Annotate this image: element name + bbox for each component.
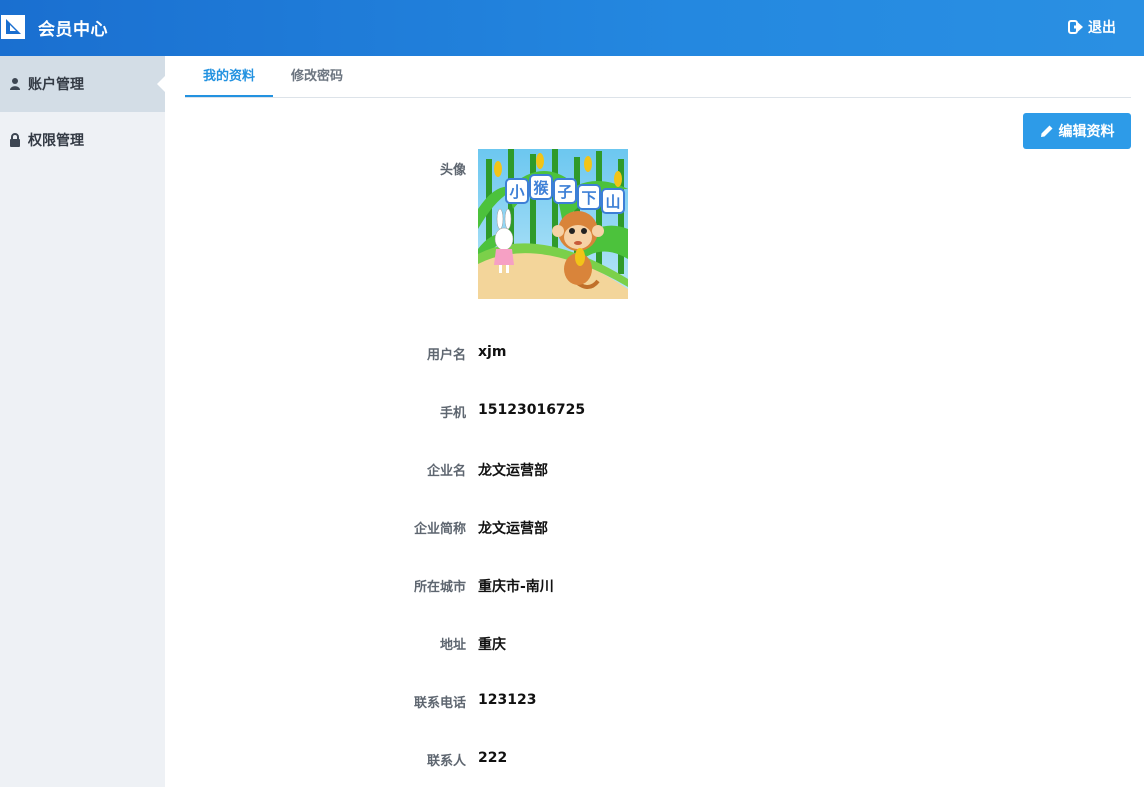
app-logo-icon: [1, 15, 25, 39]
lock-icon: [0, 133, 28, 147]
avatar: 小猴子下山: [478, 149, 628, 299]
profile-row-contact-person: 联系人 222: [300, 750, 1000, 770]
sign-out-icon: [1068, 20, 1083, 34]
field-label: 地址: [439, 638, 466, 653]
edit-profile-button[interactable]: 编辑资料: [1023, 113, 1131, 149]
logout-button[interactable]: 退出: [1068, 17, 1116, 37]
profile-row-username: 用户名 xjm: [300, 344, 1000, 364]
edit-profile-label: 编辑资料: [1058, 124, 1115, 140]
field-label: 用户名: [426, 348, 466, 363]
field-value: 重庆市-南川: [478, 579, 554, 595]
profile-row-contact-phone: 联系电话 123123: [300, 692, 1000, 712]
tab-change-password[interactable]: 修改密码: [277, 56, 357, 97]
profile-row-company-short: 企业简称 龙文运营部: [300, 518, 1000, 538]
field-label: 企业简称: [413, 522, 466, 537]
field-value: 龙文运营部: [478, 463, 548, 479]
svg-text:子: 子: [557, 183, 572, 201]
field-value: 15123016725: [478, 402, 586, 418]
sidebar-item-label: 账户管理: [28, 77, 84, 93]
profile-row-city: 所在城市 重庆市-南川: [300, 576, 1000, 596]
svg-text:小: 小: [509, 183, 524, 201]
field-value: 重庆: [478, 637, 506, 653]
logout-label: 退出: [1088, 20, 1116, 36]
profile-row-phone: 手机 15123016725: [300, 402, 1000, 422]
sidebar-item-label: 权限管理: [28, 133, 84, 149]
field-label: 头像: [439, 163, 466, 178]
field-label: 联系电话: [413, 696, 466, 711]
profile-row-company: 企业名 龙文运营部: [300, 460, 1000, 480]
svg-text:猴: 猴: [533, 179, 549, 197]
tab-bar: 我的资料 修改密码: [185, 56, 1131, 98]
pencil-icon: [1040, 125, 1052, 137]
field-value: 123123: [478, 692, 537, 708]
svg-text:山: 山: [605, 193, 620, 211]
profile-row-avatar: 头像: [300, 159, 1000, 179]
sidebar-item-permissions[interactable]: 权限管理: [0, 112, 165, 168]
profile-row-address: 地址 重庆: [300, 634, 1000, 654]
field-label: 手机: [439, 406, 466, 421]
user-icon: [0, 78, 28, 90]
top-header: 会员中心 退出: [0, 0, 1144, 56]
field-value: 222: [478, 750, 508, 766]
field-label: 联系人: [426, 754, 466, 769]
field-value: 龙文运营部: [478, 521, 548, 537]
tab-my-profile[interactable]: 我的资料: [185, 56, 273, 97]
field-value: xjm: [478, 344, 507, 360]
app-title: 会员中心: [38, 20, 108, 40]
sidebar-item-account[interactable]: 账户管理: [0, 56, 165, 112]
field-label: 企业名: [426, 464, 466, 479]
svg-text:下: 下: [581, 189, 596, 207]
sidebar: 账户管理 权限管理: [0, 56, 165, 787]
field-label: 所在城市: [413, 580, 466, 595]
